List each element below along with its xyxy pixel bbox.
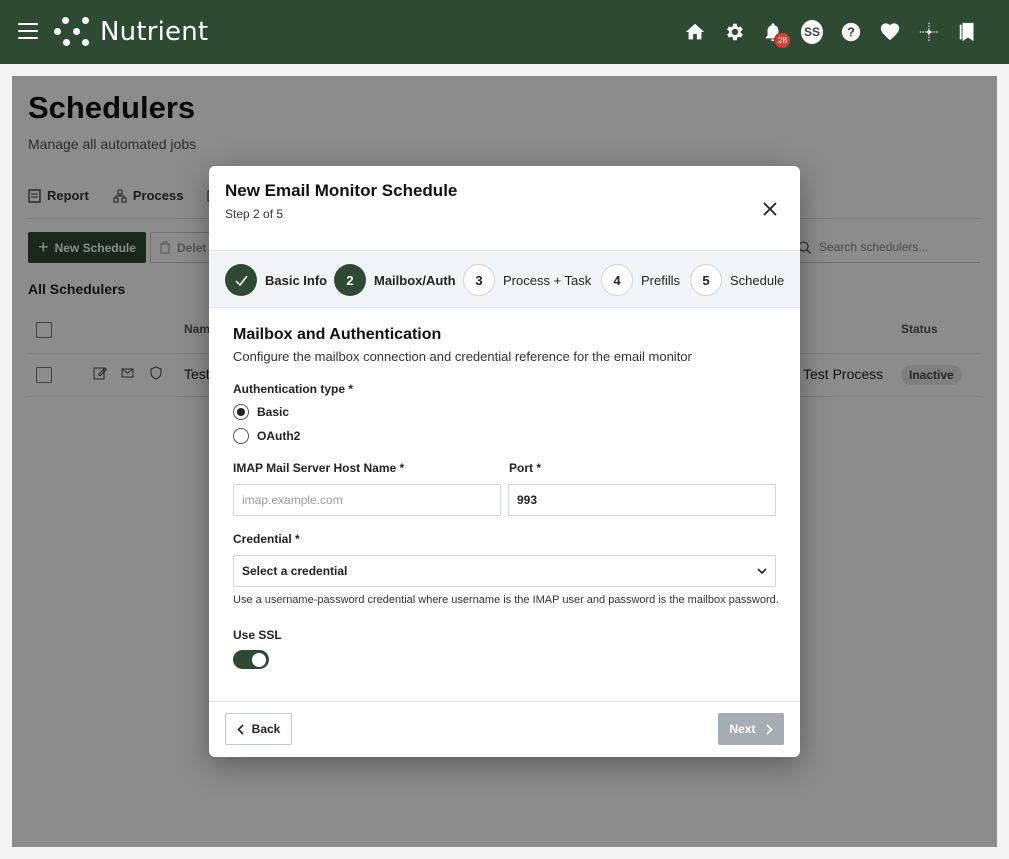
credential-label: Credential *: [233, 532, 300, 546]
host-input[interactable]: [233, 484, 501, 516]
bell-icon[interactable]: 28: [762, 21, 791, 49]
sparkle-icon[interactable]: [918, 21, 940, 43]
step-number: 3: [463, 264, 495, 296]
next-label: Next: [729, 722, 756, 736]
chevron-left-icon: [237, 723, 244, 735]
top-icons: 28 SS ?: [684, 16, 979, 49]
credential-hint: Use a username-password credential where…: [233, 594, 779, 606]
bookmarks-icon[interactable]: [957, 21, 979, 43]
dialog-title: New Email Monitor Schedule: [225, 181, 458, 200]
radio-oauth2-label: OAuth2: [257, 429, 301, 443]
wizard-stepper: Basic Info 2 Mailbox/Auth 3 Process + Ta…: [209, 250, 800, 308]
radio-oauth2[interactable]: OAuth2: [233, 428, 300, 444]
help-icon[interactable]: ?: [840, 21, 862, 43]
avatar-initials: SS: [801, 20, 823, 44]
step-label: Prefills: [641, 272, 681, 288]
new-email-monitor-dialog: New Email Monitor Schedule Step 2 of 5 B…: [209, 166, 800, 757]
credential-value: Select a credential: [242, 564, 348, 578]
chevron-down-icon: [757, 567, 767, 574]
section-title: Mailbox and Authentication: [233, 326, 442, 343]
step-label: Schedule: [730, 272, 785, 288]
ssl-label: Use SSL: [233, 628, 282, 642]
radio-button[interactable]: [233, 428, 249, 444]
step-label: Basic Info: [265, 272, 328, 288]
step-schedule[interactable]: 5 Schedule: [690, 264, 784, 296]
step-process-task[interactable]: 3 Process + Task: [463, 264, 591, 296]
close-icon[interactable]: [760, 199, 780, 219]
radio-basic-label: Basic: [257, 405, 290, 419]
step-basic-info[interactable]: Basic Info: [225, 264, 327, 296]
check-icon: [225, 264, 257, 296]
home-icon[interactable]: [684, 21, 706, 43]
footer-divider: [209, 701, 800, 702]
logo-dots-icon: [54, 17, 92, 47]
ssl-toggle[interactable]: [233, 650, 269, 669]
logo[interactable]: Nutrient: [54, 17, 208, 47]
radio-button-selected[interactable]: [233, 404, 249, 420]
radio-basic[interactable]: Basic: [233, 404, 289, 420]
port-label: Port *: [509, 461, 542, 475]
avatar[interactable]: SS: [801, 20, 823, 44]
credential-select[interactable]: Select a credential: [233, 555, 776, 587]
heart-icon[interactable]: [879, 21, 901, 43]
back-label: Back: [251, 722, 281, 736]
back-button[interactable]: Back: [225, 713, 292, 745]
host-label: IMAP Mail Server Host Name *: [233, 461, 405, 475]
step-prefills[interactable]: 4 Prefills: [601, 264, 680, 296]
svg-text:?: ?: [847, 25, 855, 40]
notification-badge: 28: [774, 32, 791, 49]
step-number: 5: [690, 264, 722, 296]
app-name: Nutrient: [100, 17, 209, 47]
section-description: Configure the mailbox connection and cre…: [233, 349, 692, 364]
step-number: 2: [334, 264, 366, 296]
step-label: Mailbox/Auth: [374, 272, 456, 288]
top-bar: Nutrient 28 SS ?: [0, 0, 1009, 64]
gear-icon[interactable]: [723, 21, 745, 43]
menu-icon[interactable]: [18, 23, 38, 39]
next-button[interactable]: Next: [718, 713, 784, 745]
port-input[interactable]: [508, 484, 776, 516]
chevron-right-icon: [765, 723, 773, 735]
step-number: 4: [601, 264, 633, 296]
step-mailbox-auth[interactable]: 2 Mailbox/Auth: [334, 264, 456, 296]
auth-type-label: Authentication type *: [233, 382, 354, 396]
step-label: Process + Task: [503, 272, 592, 288]
dialog-step-text: Step 2 of 5: [225, 207, 284, 221]
